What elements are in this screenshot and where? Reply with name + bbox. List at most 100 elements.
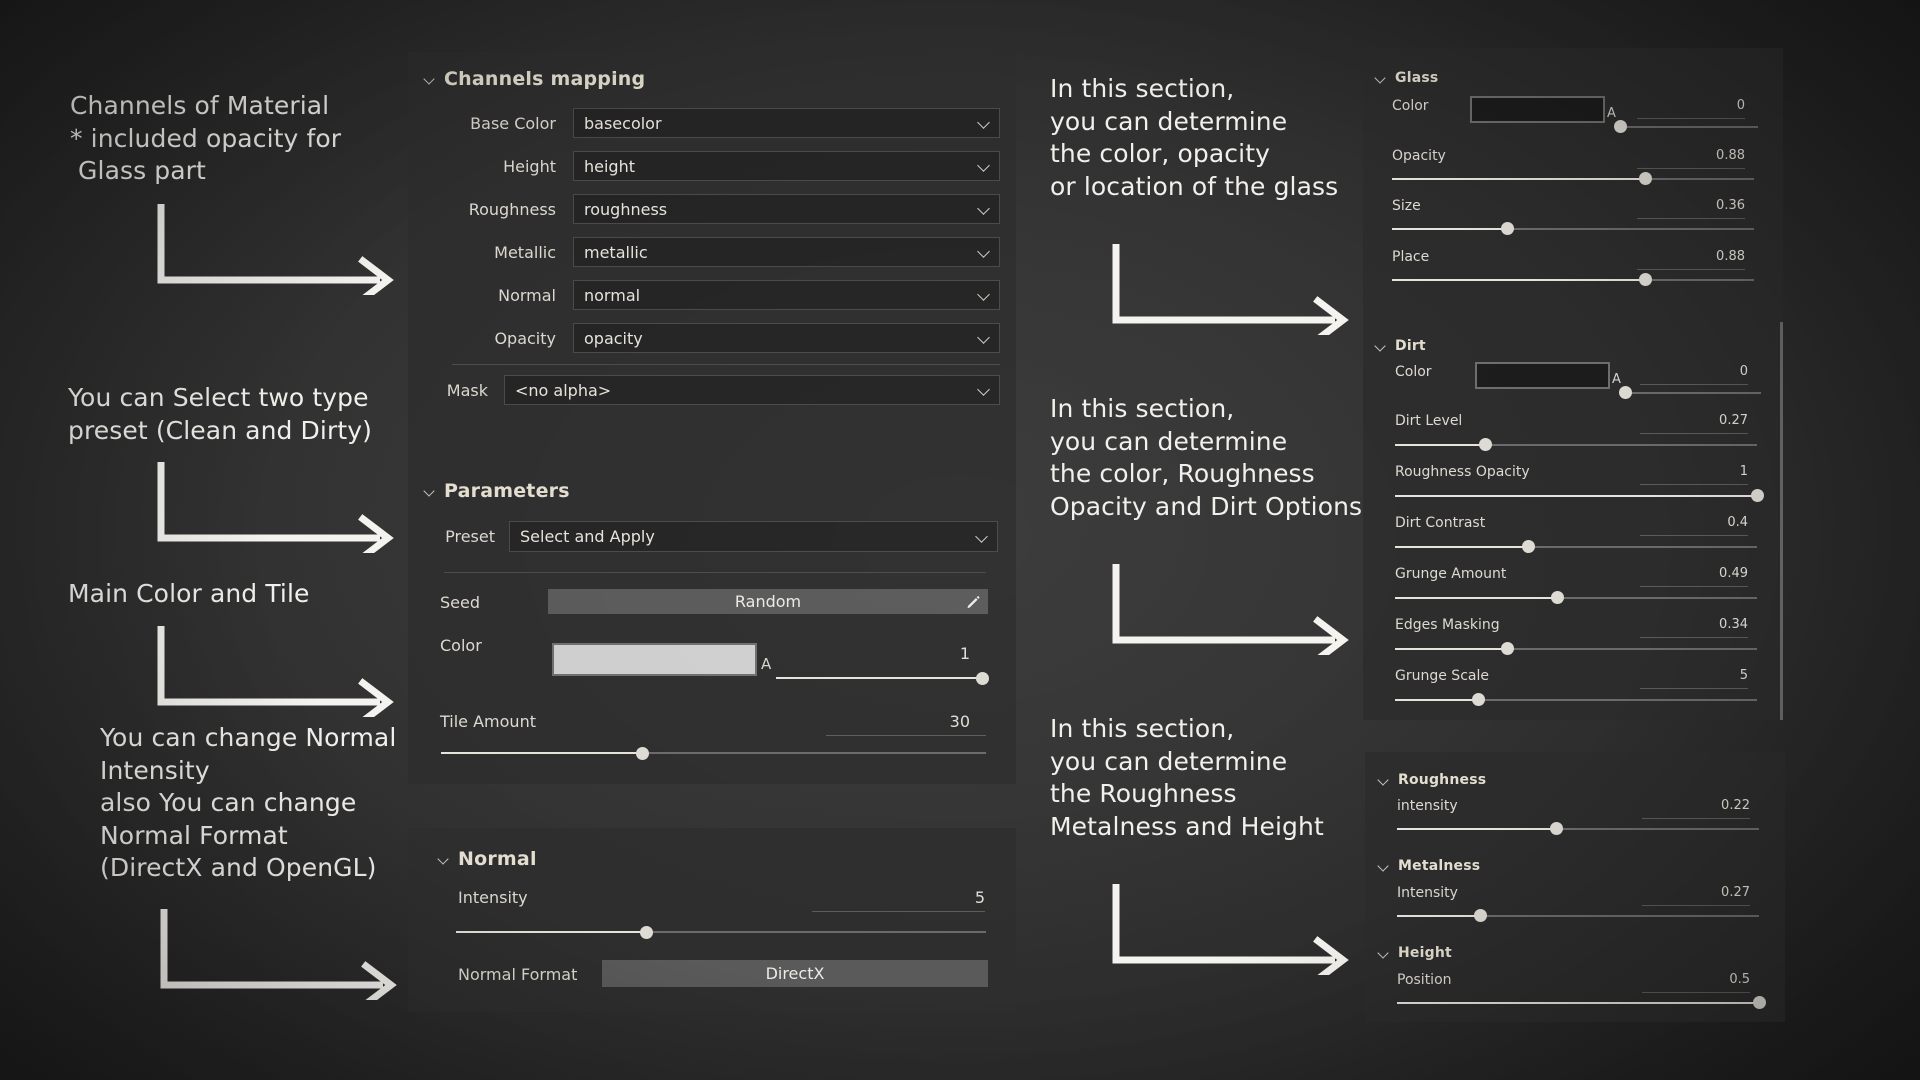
dirt-color-swatch[interactable] bbox=[1475, 362, 1610, 389]
tile-amount-slider[interactable] bbox=[441, 746, 986, 760]
metalness-intensity-slider[interactable] bbox=[1397, 909, 1759, 922]
dirt-header[interactable]: Dirt bbox=[1375, 338, 1426, 354]
chevron-down-icon bbox=[424, 74, 435, 85]
height-position-value-rule bbox=[1642, 992, 1750, 993]
annotation-arrow-6 bbox=[1110, 560, 1360, 655]
glass-color-alpha-slider[interactable] bbox=[1620, 120, 1758, 133]
slider-knob[interactable] bbox=[636, 747, 649, 760]
glass-header[interactable]: Glass bbox=[1375, 70, 1438, 86]
metallic-dropdown[interactable]: metallic bbox=[573, 237, 1000, 267]
annotation-select-two-type-preset: You can Select two type preset (Clean an… bbox=[68, 382, 372, 447]
normal-intensity-value: 5 bbox=[920, 888, 985, 907]
roughness-value: roughness bbox=[584, 200, 977, 219]
roughness-dropdown[interactable]: roughness bbox=[573, 194, 1000, 224]
annotation-arrow-5 bbox=[1110, 240, 1360, 335]
chevron-down-icon bbox=[977, 202, 991, 216]
field-row-preset: Preset Select and Apply bbox=[440, 521, 1000, 552]
annotation-dirt-section: In this section, you can determine the c… bbox=[1050, 393, 1362, 523]
normal-format-button[interactable]: DirectX bbox=[602, 960, 988, 987]
field-row-opacity: Opacity opacity bbox=[440, 323, 1000, 353]
slider-knob[interactable] bbox=[1614, 120, 1627, 133]
dirt-level-slider[interactable] bbox=[1395, 438, 1757, 451]
glass-color-alpha-letter: A bbox=[1607, 106, 1616, 121]
main-color-alpha-value: 1 bbox=[900, 644, 970, 663]
glass-size-slider[interactable] bbox=[1392, 222, 1754, 235]
slider-knob[interactable] bbox=[1753, 996, 1766, 1009]
grunge-scale-slider[interactable] bbox=[1395, 693, 1757, 706]
slider-knob[interactable] bbox=[1472, 693, 1485, 706]
dirt-color-alpha-value: 0 bbox=[1703, 364, 1748, 379]
base-color-dropdown[interactable]: basecolor bbox=[573, 108, 1000, 138]
glass-color-swatch[interactable] bbox=[1470, 96, 1605, 123]
metalness-section-header[interactable]: Metalness bbox=[1378, 858, 1480, 874]
height-section-title: Height bbox=[1398, 945, 1452, 961]
slider-fill bbox=[1395, 546, 1529, 548]
slider-knob[interactable] bbox=[1551, 591, 1564, 604]
glass-place-slider[interactable] bbox=[1392, 273, 1754, 286]
slider-knob[interactable] bbox=[1751, 489, 1764, 502]
roughness-opacity-slider[interactable] bbox=[1395, 489, 1757, 502]
height-position-label: Position bbox=[1397, 972, 1452, 988]
seed-random-button[interactable]: Random bbox=[548, 589, 988, 614]
roughness-section-header[interactable]: Roughness bbox=[1378, 772, 1486, 788]
slider-fill bbox=[1397, 828, 1556, 830]
height-section-header[interactable]: Height bbox=[1378, 945, 1452, 961]
dirt-level-value: 0.27 bbox=[1693, 413, 1748, 428]
dirt-contrast-slider[interactable] bbox=[1395, 540, 1757, 553]
slider-knob[interactable] bbox=[1639, 273, 1652, 286]
dirt-title: Dirt bbox=[1395, 338, 1426, 354]
slider-knob[interactable] bbox=[976, 672, 989, 685]
height-position-slider[interactable] bbox=[1397, 996, 1759, 1009]
slider-fill bbox=[441, 752, 643, 754]
pencil-icon[interactable] bbox=[966, 594, 981, 609]
height-dropdown[interactable]: height bbox=[573, 151, 1000, 181]
tile-amount-label: Tile Amount bbox=[440, 712, 536, 731]
slider-fill bbox=[1395, 444, 1486, 446]
glass-place-value: 0.88 bbox=[1690, 249, 1745, 264]
slider-knob[interactable] bbox=[1479, 438, 1492, 451]
slider-track bbox=[1620, 126, 1758, 128]
grunge-scale-label: Grunge Scale bbox=[1395, 668, 1489, 684]
normal-value: normal bbox=[584, 286, 977, 305]
slider-knob[interactable] bbox=[1550, 822, 1563, 835]
slider-knob[interactable] bbox=[1619, 386, 1632, 399]
channels-mapping-header[interactable]: Channels mapping bbox=[424, 68, 645, 90]
normal-intensity-slider[interactable] bbox=[456, 925, 986, 939]
main-color-alpha-slider[interactable] bbox=[776, 671, 982, 685]
slider-knob[interactable] bbox=[1522, 540, 1535, 553]
main-color-swatch[interactable] bbox=[552, 643, 757, 676]
slider-knob[interactable] bbox=[1474, 909, 1487, 922]
slider-fill bbox=[1395, 648, 1507, 650]
chevron-down-icon bbox=[977, 383, 991, 397]
slider-track bbox=[1625, 392, 1761, 394]
dirt-color-alpha-slider[interactable] bbox=[1625, 386, 1761, 399]
slider-knob[interactable] bbox=[1501, 642, 1514, 655]
glass-dirt-scrollbar[interactable] bbox=[1780, 322, 1783, 720]
glass-opacity-value: 0.88 bbox=[1690, 148, 1745, 163]
height-value: height bbox=[584, 157, 977, 176]
mask-dropdown[interactable]: <no alpha> bbox=[504, 375, 1000, 405]
opacity-dropdown[interactable]: opacity bbox=[573, 323, 1000, 353]
normal-dropdown[interactable]: normal bbox=[573, 280, 1000, 310]
parameters-header[interactable]: Parameters bbox=[424, 480, 570, 502]
mask-label: Mask bbox=[440, 381, 488, 400]
field-row-normal: Normal normal bbox=[440, 280, 1000, 310]
opacity-value: opacity bbox=[584, 329, 977, 348]
slider-knob[interactable] bbox=[1639, 172, 1652, 185]
normal-intensity-value-rule bbox=[812, 911, 985, 912]
normal-header[interactable]: Normal bbox=[438, 848, 537, 870]
dirt-color-alpha-letter: A bbox=[1612, 372, 1621, 387]
annotation-arrow-7 bbox=[1110, 880, 1360, 975]
annotation-change-normal-intensity: You can change Normal Intensity also You… bbox=[100, 722, 396, 885]
glass-size-label: Size bbox=[1392, 198, 1421, 214]
metalness-intensity-value: 0.27 bbox=[1695, 885, 1750, 900]
roughness-intensity-slider[interactable] bbox=[1397, 822, 1759, 835]
grunge-amount-slider[interactable] bbox=[1395, 591, 1757, 604]
slider-knob[interactable] bbox=[640, 926, 653, 939]
preset-dropdown[interactable]: Select and Apply bbox=[509, 521, 998, 552]
dirt-level-value-rule bbox=[1640, 433, 1748, 434]
edges-masking-slider[interactable] bbox=[1395, 642, 1757, 655]
glass-opacity-slider[interactable] bbox=[1392, 172, 1754, 185]
grunge-amount-value-rule bbox=[1640, 586, 1748, 587]
slider-knob[interactable] bbox=[1501, 222, 1514, 235]
